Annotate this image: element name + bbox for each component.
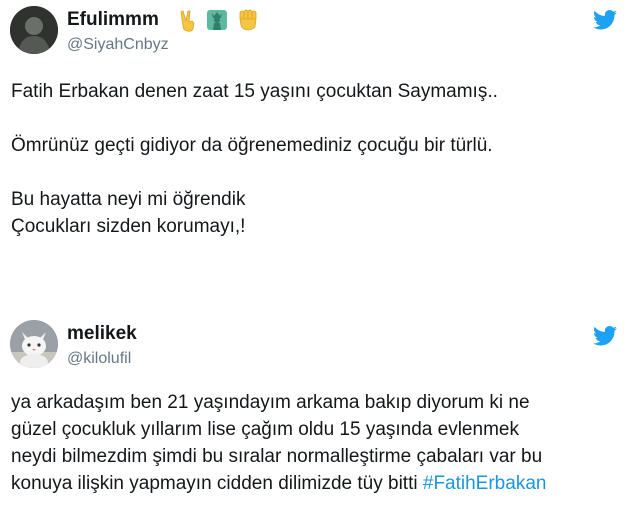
tweet-text: ya arkadaşım ben 21 yaşındayım arkama ba… bbox=[11, 389, 617, 497]
avatar-photo bbox=[10, 6, 58, 54]
tweet-paragraph: Fatih Erbakan denen zaat 15 yaşını çocuk… bbox=[11, 81, 498, 102]
victory-hand-icon bbox=[177, 8, 199, 37]
tweet-card: melikek @kilolufil ya arkadaşım ben 21 y… bbox=[0, 312, 633, 529]
raised-fist-icon bbox=[236, 8, 260, 37]
tweet-line: konuya ilişkin yapmayın cidden dilimizde… bbox=[11, 470, 617, 497]
tweet-paragraph: Çocukları sizden korumayı,! bbox=[11, 216, 246, 237]
display-name[interactable]: Efulimmm bbox=[67, 9, 159, 31]
avatar[interactable] bbox=[10, 6, 58, 54]
hashtag-link[interactable]: #FatihErbakan bbox=[423, 473, 547, 494]
tweet-paragraph: Bu hayatta neyi mi öğrendik bbox=[11, 189, 246, 210]
statue-of-liberty-icon bbox=[205, 8, 229, 37]
avatar-photo bbox=[10, 320, 58, 368]
tweet-text: Fatih Erbakan denen zaat 15 yaşını çocuk… bbox=[11, 78, 617, 240]
username-handle[interactable]: @SiyahCnbyz bbox=[67, 36, 169, 54]
tweet-line: güzel çocukluk yıllarım lise çağım oldu … bbox=[11, 419, 519, 440]
tweet-paragraph: Ömrünüz geçti gidiyor da öğrenemediniz ç… bbox=[11, 135, 493, 156]
username-handle[interactable]: @kilolufil bbox=[67, 350, 131, 368]
display-name[interactable]: melikek bbox=[67, 323, 137, 345]
avatar[interactable] bbox=[10, 320, 58, 368]
twitter-bird-icon[interactable] bbox=[593, 10, 617, 30]
tweet-card: Efulimmm @SiyahCnbyz Fatih Erbakan denen… bbox=[0, 0, 633, 290]
tweet-line: ya arkadaşım ben 21 yaşındayım arkama ba… bbox=[11, 392, 530, 413]
tweet-line-text: konuya ilişkin yapmayın cidden dilimizde… bbox=[11, 473, 418, 494]
tweet-line: neydi bilmezdim şimdi bu sıralar normall… bbox=[11, 446, 543, 467]
twitter-bird-icon[interactable] bbox=[593, 326, 617, 346]
